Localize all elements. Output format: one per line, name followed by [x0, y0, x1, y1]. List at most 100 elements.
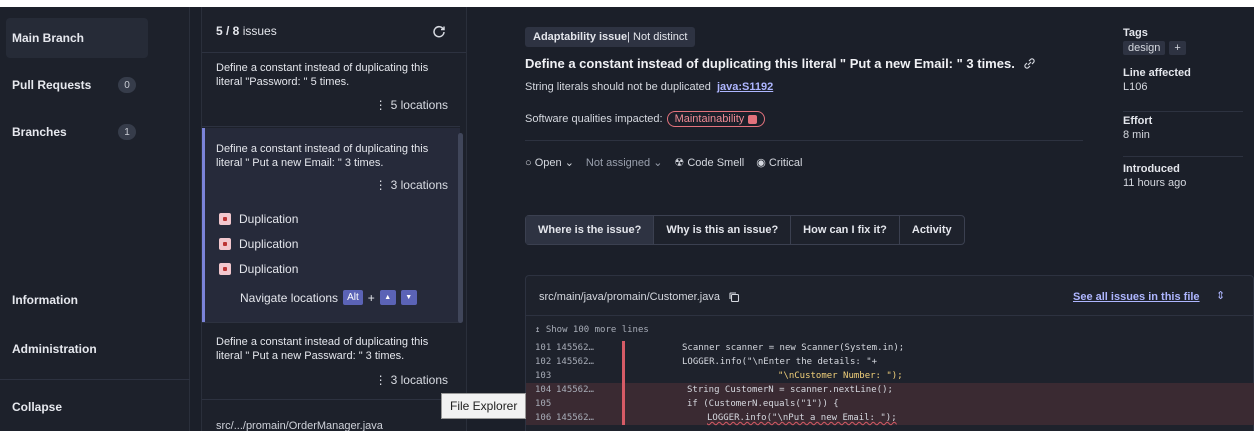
tag-design[interactable]: design — [1123, 41, 1166, 55]
alt-key: Alt — [343, 290, 363, 305]
pull-requests-count-badge: 0 — [118, 77, 136, 93]
issue-locations[interactable]: ⋮ 5 locations — [375, 98, 448, 112]
rule-text: String literals should not be duplicated — [525, 81, 711, 93]
issue-category-label: Adaptability issue — [533, 31, 628, 43]
issue-gutter-mark — [622, 383, 625, 397]
line-revision: 145562… — [556, 413, 594, 423]
arrow-up-icon[interactable]: ▲ — [379, 290, 396, 305]
expand-icon[interactable]: ⇕ — [1216, 289, 1225, 302]
nav-collapse[interactable]: Collapse — [6, 387, 148, 427]
status-dropdown[interactable]: ○ Open ⌄ — [525, 156, 574, 169]
duplication-location[interactable]: Duplication — [219, 212, 298, 226]
file-group-header[interactable]: src/.../promain/OrderManager.java — [216, 420, 383, 431]
show-more-lines[interactable]: ↥ Show 100 more lines — [535, 325, 649, 335]
issue-list-panel: 5 / 8 issues Define a constant instead o… — [201, 7, 467, 431]
duplication-location[interactable]: Duplication — [219, 237, 298, 251]
code-text: "\nCustomer Number: "); — [778, 371, 903, 381]
plus-sign: + — [367, 290, 375, 305]
code-line: 103 "\nCustomer Number: "); — [526, 369, 1254, 383]
code-text: if (CustomerN.equals("1")) { — [687, 399, 839, 409]
line-affected-label: Line affected — [1123, 67, 1191, 79]
code-smell-icon: ☢ — [674, 157, 685, 169]
issue-item[interactable]: Define a constant instead of duplicating… — [202, 335, 460, 395]
file-path: src/main/java/promain/Customer.java — [539, 291, 740, 303]
line-number: 101 — [535, 343, 552, 353]
navigate-locations-hint: Navigate locations Alt + ▲ ▼ — [240, 290, 417, 305]
issue-item[interactable]: Define a constant instead of duplicating… — [202, 61, 460, 126]
issue-locations-label: 3 locations — [390, 178, 448, 192]
issue-item-title: Define a constant instead of duplicating… — [216, 336, 429, 362]
issue-locations[interactable]: ⋮ 3 locations — [375, 373, 448, 387]
nav-information-label: Information — [12, 293, 78, 307]
link-icon[interactable] — [1023, 57, 1036, 70]
issue-locations-label: 3 locations — [390, 373, 448, 387]
refresh-icon[interactable] — [432, 24, 446, 38]
line-number: 105 — [535, 399, 552, 409]
introduced-label: Introduced — [1123, 163, 1180, 175]
critical-severity-icon: ◉ — [756, 157, 766, 169]
assignee-dropdown[interactable]: Not assigned ⌄ — [586, 156, 663, 169]
nav-branches[interactable]: Branches 1 — [6, 112, 148, 152]
nav-main-branch[interactable]: Main Branch — [6, 18, 148, 58]
nav-information[interactable]: Information — [6, 280, 148, 320]
app-window: Main Branch Pull Requests 0 Branches 1 I… — [0, 0, 1254, 431]
code-text: String CustomerN = scanner.nextLine(); — [687, 385, 893, 395]
nav-pull-requests-label: Pull Requests — [12, 78, 92, 92]
issue-item-title: Define a constant instead of duplicating… — [216, 143, 429, 169]
code-viewer-header: src/main/java/promain/Customer.java See … — [526, 276, 1254, 316]
line-number: 102 — [535, 357, 552, 367]
tab-activity[interactable]: Activity — [900, 216, 964, 244]
software-qualities: Software qualities impacted: Maintainabi… — [525, 111, 766, 127]
copy-icon[interactable] — [728, 291, 740, 303]
tab-why-is-this-an-issue[interactable]: Why is this an issue? — [654, 216, 792, 244]
tags-row: design + — [1123, 41, 1243, 55]
left-navigation: Main Branch Pull Requests 0 Branches 1 I… — [0, 7, 190, 431]
maintainability-label: Maintainability — [674, 113, 745, 125]
tab-where-is-the-issue[interactable]: Where is the issue? — [526, 216, 655, 244]
nav-administration[interactable]: Administration — [6, 329, 148, 369]
issue-severity: ◉ Critical — [756, 156, 802, 169]
issue-list-scrollbar[interactable] — [458, 133, 463, 323]
nav-administration-label: Administration — [12, 342, 97, 356]
tags-label: Tags — [1123, 27, 1148, 39]
line-number: 104 — [535, 385, 552, 395]
duplication-location[interactable]: Duplication — [219, 262, 298, 276]
issue-gutter-mark — [622, 369, 625, 383]
duplication-icon — [219, 238, 231, 250]
issue-type-value: Code Smell — [687, 157, 745, 169]
issue-tabs: Where is the issue? Why is this an issue… — [525, 215, 965, 245]
introduced-value: 11 hours ago — [1123, 177, 1187, 189]
arrow-down-icon[interactable]: ▼ — [400, 290, 417, 305]
line-affected-value: L106 — [1123, 81, 1148, 93]
nav-pull-requests[interactable]: Pull Requests 0 — [6, 65, 148, 105]
issue-locations[interactable]: ⋮ 3 locations — [375, 178, 448, 192]
rule-link[interactable]: java:S1192 — [717, 81, 773, 93]
issue-category-suffix: | Not distinct — [627, 31, 688, 43]
tab-how-can-i-fix-it[interactable]: How can I fix it? — [791, 216, 900, 244]
line-revision: 145562… — [556, 385, 594, 395]
rule-description: String literals should not be duplicated… — [525, 81, 773, 93]
issue-type: ☢ Code Smell — [674, 156, 744, 169]
code-text[interactable]: LOGGER.info("\nPut a new Email: "); — [707, 413, 897, 423]
window-top-edge — [0, 0, 1254, 7]
issue-divider — [202, 126, 460, 127]
issue-gutter-mark — [622, 341, 625, 355]
maintainability-badge[interactable]: Maintainability — [666, 111, 766, 127]
locations-icon: ⋮ — [374, 178, 387, 192]
duplication-icon — [219, 213, 231, 225]
qualities-label: Software qualities impacted: — [525, 113, 663, 125]
issue-item-title: Define a constant instead of duplicating… — [216, 62, 429, 88]
add-tag-button[interactable]: + — [1169, 41, 1186, 55]
line-revision: 145562… — [556, 357, 594, 367]
nav-main-branch-label: Main Branch — [12, 31, 85, 45]
code-line: 101 145562… Scanner scanner = new Scanne… — [526, 341, 1254, 355]
issue-category-badge: Adaptability issue | Not distinct — [525, 27, 696, 47]
code-line: 105 if (CustomerN.equals("1")) { — [526, 397, 1254, 411]
code-line: 102 145562… LOGGER.info("\nEnter the det… — [526, 355, 1254, 369]
issue-gutter-mark — [622, 355, 625, 369]
see-all-issues-link[interactable]: See all issues in this file — [1073, 291, 1200, 303]
line-number: 103 — [535, 371, 552, 381]
locations-icon: ⋮ — [374, 373, 387, 387]
effort-label: Effort — [1123, 115, 1153, 127]
code-text: Scanner scanner = new Scanner(System.in)… — [682, 343, 905, 353]
